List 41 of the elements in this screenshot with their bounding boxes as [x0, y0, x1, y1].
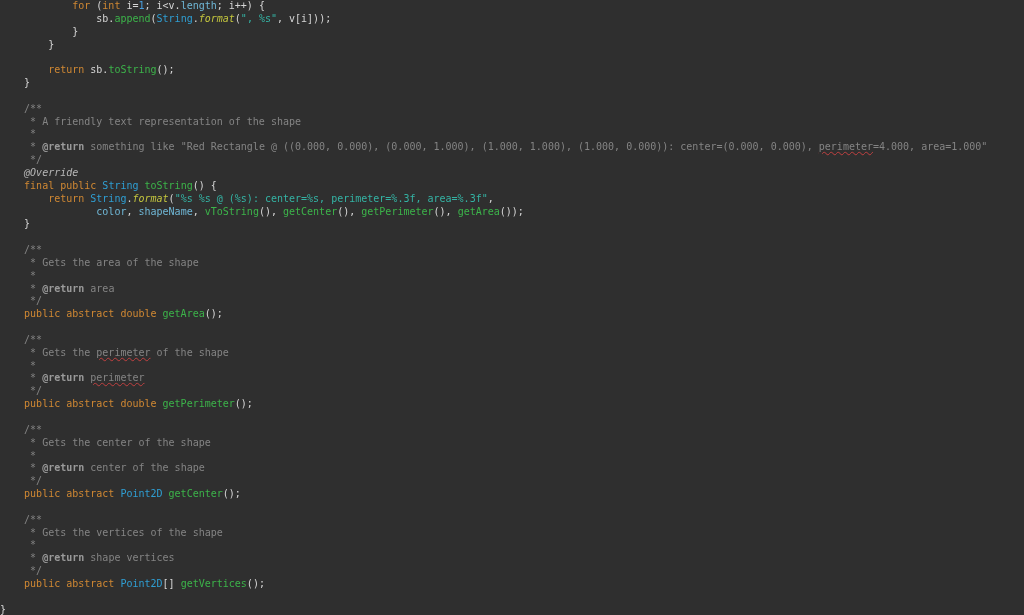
code-line: } — [0, 603, 7, 615]
code-line: * Gets the vertices of the shape — [30, 526, 223, 538]
code-line: * @return something like "Red Rectangle @ ((0.000, 0.000), (0.000, 1.000), (1.000, 1.000), (1.000, 0.000)): center=(0.000, 0.000), perimeter=4.000, area=1.000" — [30, 141, 988, 153]
code-line: /** — [24, 333, 43, 345]
code-line: * — [30, 128, 37, 140]
code-line: * Gets the area of the shape — [30, 256, 199, 268]
code-line: * @return shape vertices — [30, 552, 175, 564]
code-line: */ — [30, 154, 43, 166]
code-line: */ — [30, 295, 43, 307]
code-line: * — [30, 449, 37, 461]
code-line: * Gets the center of the shape — [30, 436, 211, 448]
code-line: @Override — [24, 166, 79, 178]
code-line: } — [24, 218, 31, 230]
code-line: * @return perimeter — [30, 372, 145, 384]
code-line: color, shapeName, vToString(), getCenter(), getPerimeter(), getArea()); — [96, 205, 524, 217]
code-line: */ — [30, 565, 43, 577]
code-line: * @return area — [30, 282, 115, 294]
code-line: return sb.toString(); — [48, 64, 175, 76]
code-line: * — [30, 269, 37, 281]
code-line: final public String toString() { — [24, 179, 217, 191]
code-line: public abstract Point2D[] getVertices(); — [24, 577, 265, 589]
code-line: return String.format("%s %s @ (%s): center=%s, perimeter=%.3f, area=%.3f", — [48, 192, 494, 204]
code-line: /** — [24, 423, 43, 435]
code-line: /** — [24, 244, 43, 256]
code-line: */ — [30, 385, 43, 397]
code-line: /** — [24, 102, 43, 114]
code-line: * A friendly text representation of the shape — [30, 115, 302, 127]
code-line: * — [30, 359, 37, 371]
code-line: * @return center of the shape — [30, 462, 205, 474]
code-line: * — [30, 539, 37, 551]
code-line: public abstract Point2D getCenter(); — [24, 488, 241, 500]
code-line: public abstract double getArea(); — [24, 308, 223, 320]
code-line: * Gets the perimeter of the shape — [30, 346, 229, 358]
code-line: public abstract double getPerimeter(); — [24, 398, 253, 410]
code-line: } — [72, 25, 79, 37]
code-line: */ — [30, 475, 43, 487]
code-line: sb.append(String.format(", %s", v[i])); — [96, 12, 332, 24]
code-line: for (int i=1; i<v.length; i++) { — [72, 0, 265, 11]
code-line: } — [48, 38, 55, 50]
code-line: } — [24, 77, 31, 89]
code-line: /** — [24, 513, 43, 525]
